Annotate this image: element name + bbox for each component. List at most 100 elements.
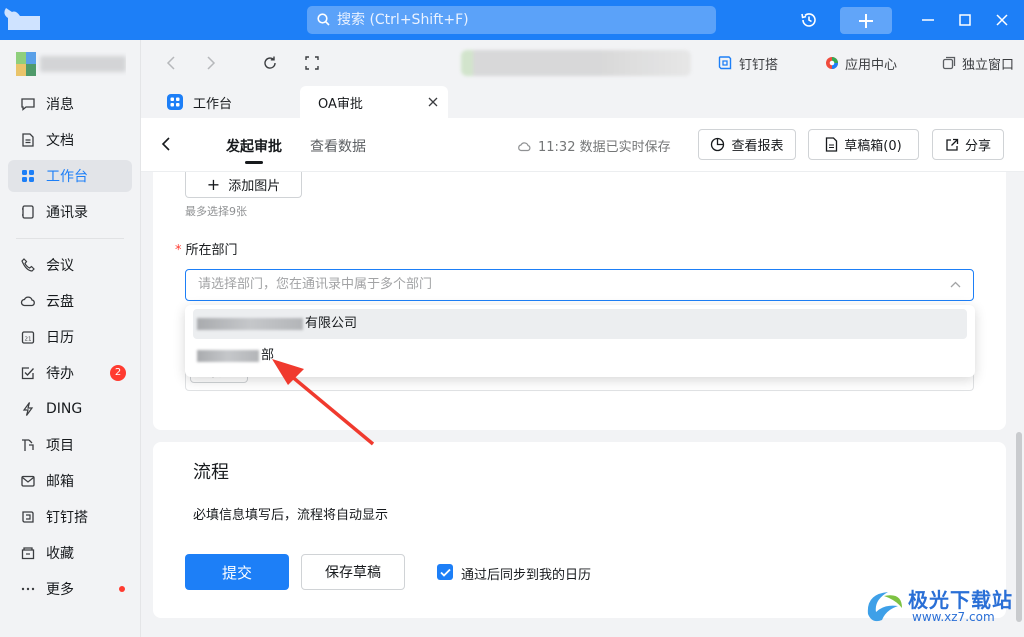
- sidebar-item-todo[interactable]: 待办 2: [8, 357, 132, 389]
- dingda-icon: [20, 509, 36, 525]
- autosave-status: 11:32 数据已实时保存: [517, 136, 671, 155]
- todo-icon: [20, 365, 36, 381]
- chevron-up-icon: [950, 281, 961, 288]
- sidebar-divider: [16, 238, 124, 239]
- address-bar[interactable]: [461, 50, 691, 76]
- tab-start-approval[interactable]: 发起审批: [226, 136, 282, 156]
- image-limit-hint: 最多选择9张: [185, 205, 247, 218]
- back-icon[interactable]: [161, 136, 171, 156]
- watermark: 极光下载站 www.xz7.com: [862, 580, 1022, 632]
- fullscreen-icon[interactable]: [303, 54, 321, 72]
- close-tab-icon[interactable]: [428, 97, 438, 107]
- save-draft-button[interactable]: 保存草稿: [301, 554, 405, 590]
- watermark-title: 极光下载站: [908, 588, 1013, 612]
- sidebar-item-contacts[interactable]: 通讯录: [8, 196, 132, 228]
- draft-doc-icon: [826, 137, 838, 152]
- sidebar-item-mail[interactable]: 邮箱: [8, 465, 132, 497]
- create-button[interactable]: [840, 7, 892, 34]
- add-image-label: 添加图片: [228, 179, 281, 194]
- check-icon: [439, 568, 451, 577]
- department-option[interactable]: 有限公司: [193, 309, 967, 339]
- tab-workbench[interactable]: 工作台: [167, 86, 232, 118]
- favorites-icon: [20, 545, 36, 561]
- watermark-logo-icon: [867, 592, 902, 622]
- add-image-button[interactable]: + 添加图片: [185, 172, 302, 198]
- sidebar-item-messages[interactable]: 消息: [8, 88, 132, 120]
- sidebar-item-project[interactable]: 项目: [8, 429, 132, 461]
- avatar[interactable]: [16, 52, 126, 76]
- sidebar-item-dingda[interactable]: 钉钉搭: [8, 501, 132, 533]
- page-header: 发起审批 查看数据 11:32 数据已实时保存 查看报表 草稿箱(0) 分享: [141, 118, 1024, 172]
- watermark-url: www.xz7.com: [912, 610, 995, 624]
- cloud-icon: [20, 293, 36, 309]
- share-label: 分享: [964, 139, 991, 154]
- pie-chart-icon: [711, 137, 725, 152]
- window-icon: [942, 56, 956, 70]
- view-report-button[interactable]: 查看报表: [698, 129, 796, 160]
- drafts-label: 草稿箱(0): [844, 139, 902, 154]
- refresh-icon[interactable]: [261, 54, 279, 72]
- sidebar-item-label: 日历: [46, 330, 74, 346]
- standalone-window-label: 独立窗口: [962, 57, 1015, 73]
- plus-icon: +: [206, 175, 221, 194]
- redacted-text: [197, 317, 303, 330]
- sync-calendar-label: 通过后同步到我的日历: [461, 568, 592, 583]
- sidebar-item-label: 消息: [46, 97, 74, 113]
- sidebar-item-label: 云盘: [46, 294, 74, 310]
- sidebar-item-ding[interactable]: DING: [8, 393, 132, 425]
- department-select[interactable]: 请选择部门，您在通讯录中属于多个部门: [185, 269, 974, 301]
- sidebar-item-cloud[interactable]: 云盘: [8, 285, 132, 317]
- search-input[interactable]: 搜索 (Ctrl+Shift+F): [307, 6, 716, 34]
- search-placeholder: 搜索 (Ctrl+Shift+F): [337, 12, 469, 28]
- process-title: 流程: [193, 462, 229, 483]
- back-nav-icon[interactable]: [162, 54, 180, 72]
- tab-oa-approval[interactable]: OA审批: [300, 86, 448, 118]
- plus-icon: [859, 13, 873, 28]
- sidebar-item-calendar[interactable]: 21 日历: [8, 321, 132, 353]
- option-text: 有限公司: [305, 316, 358, 331]
- sidebar-item-label: 收藏: [46, 546, 74, 562]
- share-button[interactable]: 分享: [932, 129, 1004, 160]
- sidebar-item-label: 会议: [46, 258, 74, 274]
- submit-button[interactable]: 提交: [185, 554, 289, 590]
- history-icon[interactable]: [798, 0, 820, 40]
- close-window-icon[interactable]: [993, 0, 1011, 40]
- minimize-icon[interactable]: [918, 0, 938, 40]
- tab-label: OA审批: [318, 96, 363, 112]
- title-bar: 搜索 (Ctrl+Shift+F): [0, 0, 1024, 40]
- required-mark: *: [175, 243, 182, 258]
- mail-icon: [20, 473, 36, 489]
- forward-nav-icon[interactable]: [202, 54, 220, 72]
- tab-view-data[interactable]: 查看数据: [310, 136, 366, 156]
- sidebar-item-label: 更多: [46, 582, 74, 598]
- app-center-link[interactable]: 应用中心: [825, 54, 898, 73]
- notification-dot: [119, 586, 125, 592]
- grid-icon: [20, 168, 36, 184]
- browser-toolbar: 钉钉搭 应用中心 独立窗口: [141, 40, 1024, 86]
- annotation-arrow: [272, 359, 375, 446]
- view-report-label: 查看报表: [731, 139, 784, 154]
- sidebar-item-more[interactable]: 更多: [8, 573, 132, 605]
- sidebar-item-label: 邮箱: [46, 474, 74, 490]
- sidebar-item-label: 通讯录: [46, 205, 88, 221]
- dingda-link[interactable]: 钉钉搭: [717, 54, 778, 73]
- share-icon: [946, 138, 959, 151]
- autosave-text: 11:32 数据已实时保存: [538, 140, 671, 155]
- sidebar-item-label: 项目: [46, 438, 74, 454]
- app-center-link-label: 应用中心: [845, 57, 898, 73]
- sidebar-item-favorites[interactable]: 收藏: [8, 537, 132, 569]
- tab-strip: 工作台 OA审批: [141, 86, 1024, 118]
- calendar-icon: 21: [20, 329, 36, 345]
- sidebar-item-workbench[interactable]: 工作台: [8, 160, 132, 192]
- department-label: * 所在部门: [175, 239, 238, 258]
- sidebar-item-meeting[interactable]: 会议: [8, 249, 132, 281]
- standalone-window-link[interactable]: 独立窗口: [942, 54, 1015, 73]
- maximize-icon[interactable]: [956, 0, 974, 40]
- drafts-button[interactable]: 草稿箱(0): [808, 129, 919, 160]
- sidebar-item-docs[interactable]: 文档: [8, 124, 132, 156]
- more-icon: [20, 581, 36, 597]
- app-logo-icon: [4, 8, 42, 32]
- sync-calendar-checkbox[interactable]: [437, 564, 453, 580]
- sidebar-item-label: 待办: [46, 366, 74, 382]
- sidebar-item-label: DING: [46, 401, 83, 417]
